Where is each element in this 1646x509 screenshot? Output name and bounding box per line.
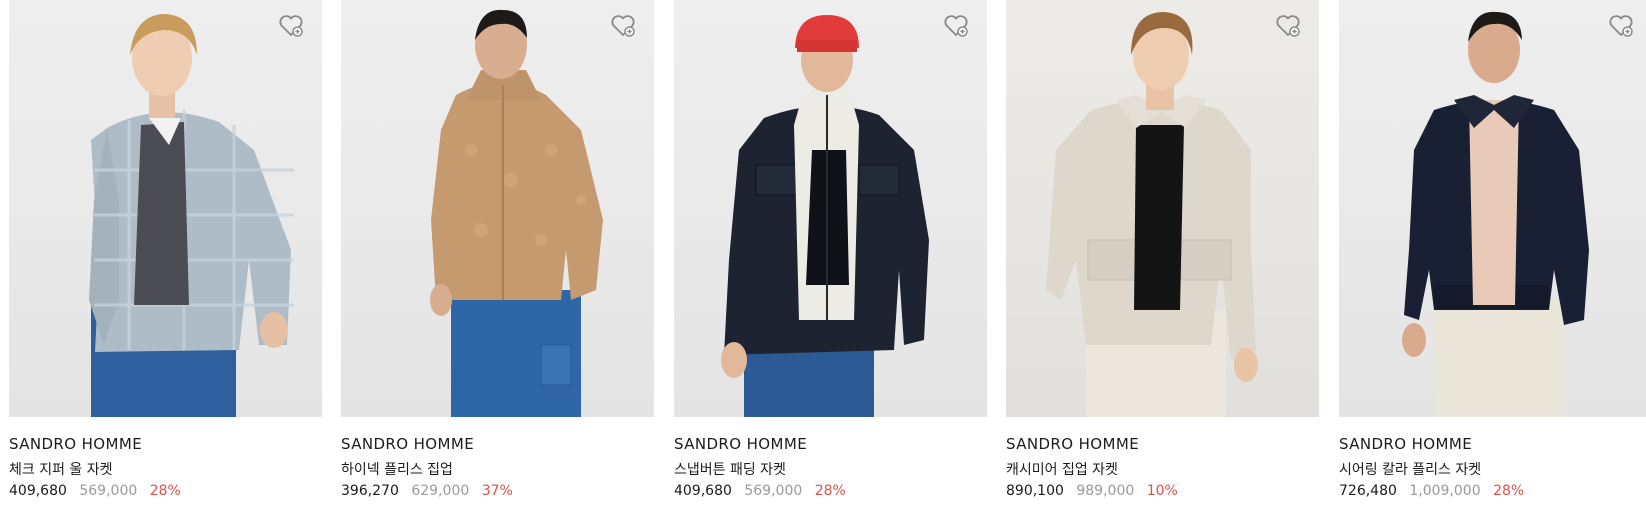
- favorite-button[interactable]: [278, 14, 308, 42]
- product-card[interactable]: SANDRO HOMME 시어링 칼라 플리스 자켓 726,480 1,009…: [1339, 0, 1646, 509]
- heart-outline-icon: [1276, 15, 1300, 37]
- product-brand[interactable]: SANDRO HOMME: [341, 435, 474, 453]
- product-image[interactable]: [1006, 0, 1319, 417]
- product-brand[interactable]: SANDRO HOMME: [1339, 435, 1472, 453]
- sale-price: 409,680: [9, 483, 67, 499]
- product-image[interactable]: [1339, 0, 1646, 417]
- product-brand[interactable]: SANDRO HOMME: [674, 435, 807, 453]
- model-photo: [89, 14, 294, 417]
- product-card[interactable]: SANDRO HOMME 스냅버튼 패딩 자켓 409,680 569,000 …: [674, 0, 987, 509]
- product-name[interactable]: 시어링 칼라 플리스 자켓: [1339, 459, 1481, 479]
- sale-price: 890,100: [1006, 483, 1064, 499]
- sale-price: 409,680: [674, 483, 732, 499]
- heart-outline-icon: [611, 15, 635, 37]
- product-brand[interactable]: SANDRO HOMME: [9, 435, 142, 453]
- heart-outline-icon: [279, 15, 303, 37]
- original-price: 1,009,000: [1409, 483, 1481, 499]
- product-grid: SANDRO HOMME 체크 지퍼 울 자켓 409,680 569,000 …: [0, 0, 1646, 509]
- original-price: 989,000: [1076, 483, 1135, 499]
- heart-outline-icon: [944, 15, 968, 37]
- favorite-button[interactable]: [610, 14, 640, 42]
- favorite-button[interactable]: [1608, 14, 1638, 42]
- model-photo: [1402, 11, 1589, 417]
- original-price: 569,000: [79, 483, 138, 499]
- favorite-button[interactable]: [943, 14, 973, 42]
- product-name[interactable]: 하이넥 플리스 집업: [341, 459, 453, 479]
- product-image[interactable]: [674, 0, 987, 417]
- discount-badge: 37%: [481, 483, 513, 499]
- price-row: 396,270 629,000 37%: [341, 483, 513, 499]
- discount-badge: 28%: [149, 483, 181, 499]
- product-image[interactable]: [9, 0, 322, 417]
- product-card[interactable]: SANDRO HOMME 캐시미어 집업 자켓 890,100 989,000 …: [1006, 0, 1319, 509]
- product-image[interactable]: [341, 0, 654, 417]
- model-photo: [721, 15, 929, 417]
- model-photo: [430, 9, 603, 417]
- model-photo: [1046, 12, 1258, 417]
- sale-price: 726,480: [1339, 483, 1397, 499]
- price-row: 409,680 569,000 28%: [9, 483, 181, 499]
- discount-badge: 28%: [1493, 483, 1525, 499]
- product-card[interactable]: SANDRO HOMME 하이넥 플리스 집업 396,270 629,000 …: [341, 0, 654, 509]
- product-brand[interactable]: SANDRO HOMME: [1006, 435, 1139, 453]
- product-name[interactable]: 체크 지퍼 울 자켓: [9, 459, 113, 479]
- original-price: 569,000: [744, 483, 803, 499]
- product-name[interactable]: 스냅버튼 패딩 자켓: [674, 459, 786, 479]
- price-row: 726,480 1,009,000 28%: [1339, 483, 1524, 499]
- discount-badge: 10%: [1146, 483, 1178, 499]
- favorite-button[interactable]: [1275, 14, 1305, 42]
- sale-price: 396,270: [341, 483, 399, 499]
- heart-outline-icon: [1609, 15, 1633, 37]
- discount-badge: 28%: [814, 483, 846, 499]
- product-name[interactable]: 캐시미어 집업 자켓: [1006, 459, 1118, 479]
- product-card[interactable]: SANDRO HOMME 체크 지퍼 울 자켓 409,680 569,000 …: [9, 0, 322, 509]
- original-price: 629,000: [411, 483, 470, 499]
- price-row: 890,100 989,000 10%: [1006, 483, 1178, 499]
- price-row: 409,680 569,000 28%: [674, 483, 846, 499]
